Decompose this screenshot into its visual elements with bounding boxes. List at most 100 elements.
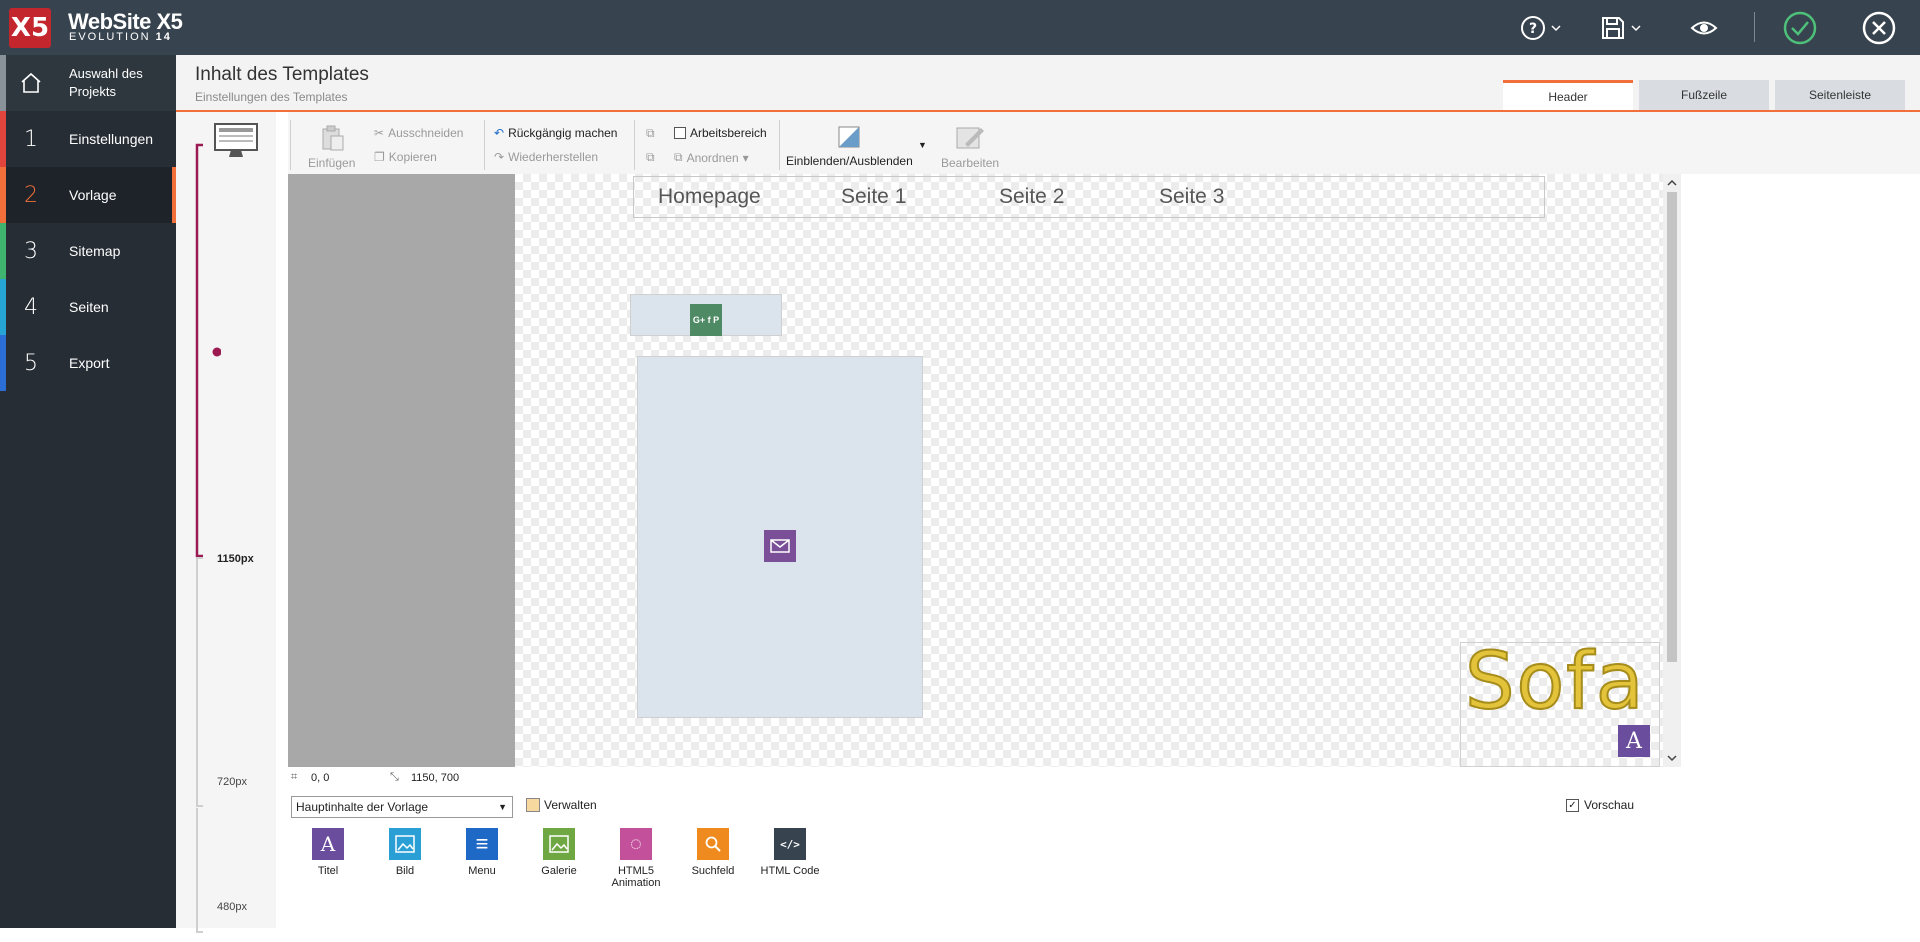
widget-animation[interactable]: ◌ HTML5 Animation bbox=[606, 828, 666, 889]
sidebar-item-settings[interactable]: 1 Einstellungen bbox=[0, 111, 176, 167]
header-canvas-area[interactable]: Homepage Seite 1 Seite 2 Seite 3 G+ f P … bbox=[515, 174, 1663, 767]
confirm-check-icon bbox=[1783, 11, 1817, 45]
breakpoint-ruler bbox=[195, 143, 221, 933]
arrange-label: Anordnen bbox=[686, 150, 739, 165]
social-icon: G+ f P bbox=[690, 304, 722, 336]
undo-label: Rückgängig machen bbox=[508, 126, 618, 140]
sidebar-item-label: Seiten bbox=[69, 299, 109, 315]
sidebar-item-label: Vorlage bbox=[69, 187, 117, 203]
scroll-up-icon[interactable] bbox=[1663, 176, 1681, 190]
title-icon: A bbox=[312, 828, 344, 860]
sidebar: Auswahl des Projekts 1 Einstellungen 2 V… bbox=[0, 55, 176, 928]
chevron-down-icon: ▾ bbox=[742, 150, 749, 165]
sidebar-item-template[interactable]: 2 Vorlage bbox=[0, 167, 176, 223]
redo-button[interactable]: ↷ Wiederherstellen bbox=[494, 150, 598, 164]
redo-label: Wiederherstellen bbox=[508, 150, 599, 164]
sidebar-item-pages[interactable]: 4 Seiten bbox=[0, 279, 176, 335]
distribute-icon: ⧉ bbox=[646, 150, 655, 164]
sidebar-item-export[interactable]: 5 Export bbox=[0, 335, 176, 391]
step-number: 4 bbox=[24, 294, 38, 320]
search-icon bbox=[697, 828, 729, 860]
confirm-button[interactable] bbox=[1783, 10, 1817, 46]
distribute-button[interactable]: ⧉ bbox=[646, 150, 655, 165]
widget-search[interactable]: Suchfeld bbox=[683, 828, 743, 877]
position-readout: 0, 0 bbox=[311, 772, 330, 784]
cut-button[interactable]: ✂ Ausschneiden bbox=[374, 126, 463, 140]
paste-label: Einfügen bbox=[308, 156, 356, 170]
undo-button[interactable]: ↶ Rückgängig machen bbox=[494, 126, 617, 140]
breakpoint-label: 720px bbox=[217, 776, 247, 788]
logo-text-object[interactable]: Sofa A bbox=[1460, 636, 1660, 767]
ribbon-separator bbox=[634, 120, 635, 170]
size-readout: 1150, 700 bbox=[411, 772, 460, 784]
close-button[interactable] bbox=[1862, 10, 1896, 46]
copy-button[interactable]: ❐ Kopieren bbox=[374, 150, 437, 164]
contact-form-object[interactable] bbox=[637, 356, 923, 718]
tab-header[interactable]: Header bbox=[1503, 80, 1633, 110]
widget-menu[interactable]: ≡ Menu bbox=[452, 828, 512, 877]
ribbon-separator bbox=[290, 120, 291, 170]
code-icon: </> bbox=[774, 828, 806, 860]
workspace-checkbox[interactable]: Arbeitsbereich bbox=[674, 126, 767, 140]
manage-label: Verwalten bbox=[544, 798, 597, 812]
align-button[interactable]: ⧉ bbox=[646, 126, 655, 141]
save-button[interactable] bbox=[1600, 10, 1642, 46]
widget-html-code[interactable]: </> HTML Code bbox=[760, 828, 820, 877]
align-icon: ⧉ bbox=[646, 126, 655, 140]
chevron-down-icon bbox=[1551, 25, 1561, 32]
paste-button[interactable]: Einfügen bbox=[308, 124, 355, 170]
sidebar-item-sitemap[interactable]: 3 Sitemap bbox=[0, 223, 176, 279]
scroll-down-icon[interactable] bbox=[1663, 751, 1681, 765]
sidebar-item-label: Einstellungen bbox=[69, 131, 154, 147]
menu-item: Seite 2 bbox=[999, 185, 1065, 208]
preview-button[interactable] bbox=[1690, 10, 1718, 46]
sidebar-item-home[interactable]: Auswahl des Projekts bbox=[0, 55, 176, 111]
objects-category-select[interactable]: Hauptinhalte der Vorlage ▼ bbox=[291, 796, 513, 818]
arrange-icon: ⧉ bbox=[674, 150, 683, 164]
show-hide-label: Einblenden/Ausblenden bbox=[786, 154, 913, 168]
gallery-icon bbox=[543, 828, 575, 860]
ribbon-separator bbox=[484, 120, 485, 170]
widget-image[interactable]: Bild bbox=[375, 828, 435, 877]
title-badge-icon: A bbox=[1618, 725, 1650, 757]
objects-panel: Hauptinhalte der Vorlage ▼ Verwalten ✓ V… bbox=[276, 789, 1920, 928]
workspace-label: Arbeitsbereich bbox=[690, 126, 767, 140]
widget-gallery[interactable]: Galerie bbox=[529, 828, 589, 877]
tab-footer[interactable]: Fußzeile bbox=[1639, 80, 1769, 110]
help-button[interactable]: ? bbox=[1520, 10, 1562, 46]
design-canvas[interactable]: Homepage Seite 1 Seite 2 Seite 3 G+ f P … bbox=[288, 174, 1663, 767]
widget-label: Galerie bbox=[541, 865, 577, 877]
menu-item: Seite 1 bbox=[841, 185, 907, 208]
step-color-bar bbox=[0, 223, 6, 279]
widget-label: Bild bbox=[395, 865, 415, 877]
social-object[interactable]: G+ f P bbox=[630, 294, 782, 336]
show-hide-button[interactable]: Einblenden/Ausblenden bbox=[786, 124, 913, 168]
cut-icon: ✂ bbox=[374, 126, 385, 140]
animation-icon: ◌ bbox=[620, 828, 652, 860]
vertical-scrollbar[interactable] bbox=[1663, 174, 1681, 767]
sidebar-item-label: Export bbox=[69, 355, 110, 371]
help-icon: ? bbox=[1521, 16, 1545, 40]
scrollbar-thumb[interactable] bbox=[1667, 192, 1677, 662]
arrange-button[interactable]: ⧉ Anordnen ▾ bbox=[674, 150, 749, 165]
widget-label: Menu bbox=[468, 865, 496, 877]
menu-item: Seite 3 bbox=[1159, 185, 1225, 208]
preview-eye-icon bbox=[1690, 21, 1718, 35]
show-hide-dropdown[interactable]: ▼ bbox=[918, 140, 927, 150]
edit-button[interactable]: Bearbeiten bbox=[941, 124, 999, 170]
checkbox-checked-icon: ✓ bbox=[1566, 798, 1579, 812]
step-color-bar bbox=[0, 279, 6, 335]
tab-sidebar[interactable]: Seitenleiste bbox=[1775, 80, 1905, 110]
step-number: 5 bbox=[24, 350, 38, 376]
widget-label: Suchfeld bbox=[691, 865, 735, 877]
undo-icon: ↶ bbox=[494, 126, 505, 140]
widget-title[interactable]: A Titel bbox=[298, 828, 358, 877]
manage-button[interactable]: Verwalten bbox=[526, 798, 597, 812]
page-subtitle: Einstellungen des Templates bbox=[195, 90, 348, 104]
mail-icon bbox=[764, 530, 796, 562]
app-logo: X5 bbox=[9, 8, 51, 48]
menu-object[interactable]: Homepage Seite 1 Seite 2 Seite 3 bbox=[633, 176, 1545, 218]
copy-icon: ❐ bbox=[374, 150, 385, 164]
preview-checkbox[interactable]: ✓ Vorschau bbox=[1566, 798, 1634, 812]
cut-label: Ausschneiden bbox=[388, 126, 464, 140]
